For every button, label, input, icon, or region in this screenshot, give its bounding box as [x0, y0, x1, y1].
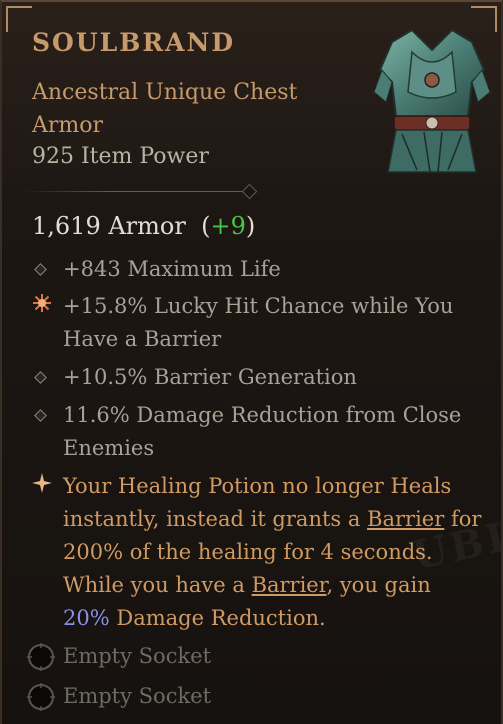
affix-barrier-generation: +10.5% Barrier Generation [32, 361, 482, 394]
item-power: 925 Item Power [32, 144, 209, 169]
section-divider [24, 183, 260, 200]
socket-icon [27, 683, 55, 711]
aspect-value: 20% [63, 606, 110, 630]
socket-icon [27, 643, 55, 671]
empty-socket: Empty Socket [24, 682, 474, 716]
affix-maximum-life: +843 Maximum Life [32, 253, 482, 286]
frame-corner-top-left [6, 6, 32, 32]
item-name: SOULBRAND [32, 28, 236, 57]
star-bullet-icon [32, 473, 52, 493]
chest-armor-icon [373, 28, 491, 173]
affix-damage-reduction: 11.6% Damage Reduction from Close Enemie… [32, 399, 482, 465]
affix-lucky-hit: +15.8% Lucky Hit Chance while You Have a… [32, 290, 482, 356]
armor-bonus: +9 [210, 212, 246, 240]
item-tooltip: SOULBRAND Ancestral Unique Chest Armor 9… [0, 0, 503, 724]
empty-socket: Empty Socket [24, 642, 474, 676]
armor-value: 1,619 Armor (+9) [32, 212, 256, 240]
sun-bullet-icon [33, 294, 51, 312]
item-type: Ancestral Unique Chest Armor [32, 80, 298, 138]
barrier-keyword[interactable]: Barrier [252, 573, 327, 597]
